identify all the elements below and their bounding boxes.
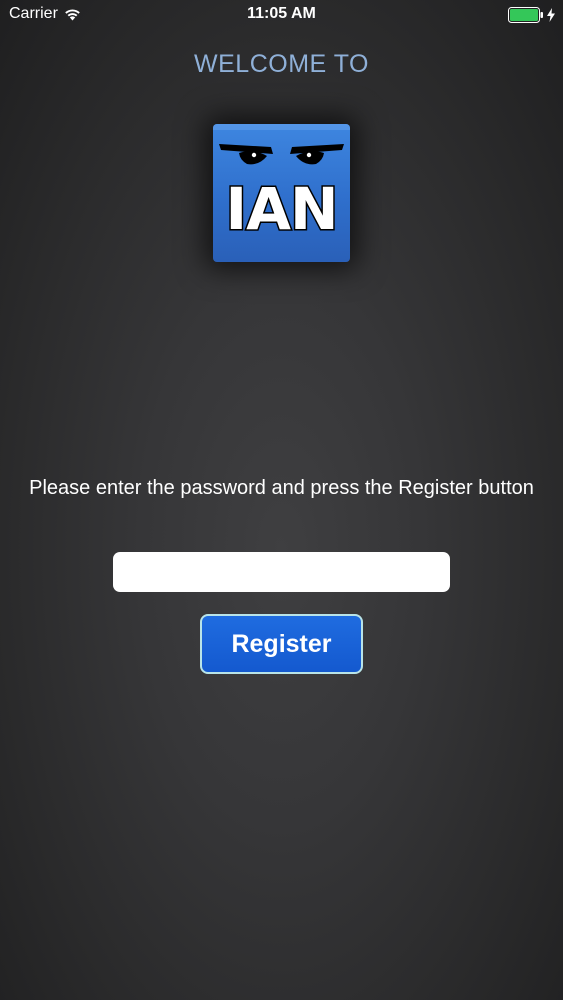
app-screen: Carrier 11:05 AM WELCOME TO IAN Please e… (0, 0, 563, 1000)
bolt-icon (547, 8, 555, 22)
welcome-title: WELCOME TO (194, 50, 369, 78)
battery-group (508, 7, 555, 23)
password-input[interactable] (113, 552, 450, 592)
register-button[interactable]: Register (200, 614, 363, 674)
app-logo: IAN (213, 124, 350, 262)
logo-text: IAN (224, 175, 340, 244)
battery-icon (508, 7, 544, 23)
status-time: 11:05 AM (247, 5, 316, 22)
status-bar: Carrier 11:05 AM (0, 0, 563, 30)
instruction-text: Please enter the password and press the … (29, 477, 534, 499)
